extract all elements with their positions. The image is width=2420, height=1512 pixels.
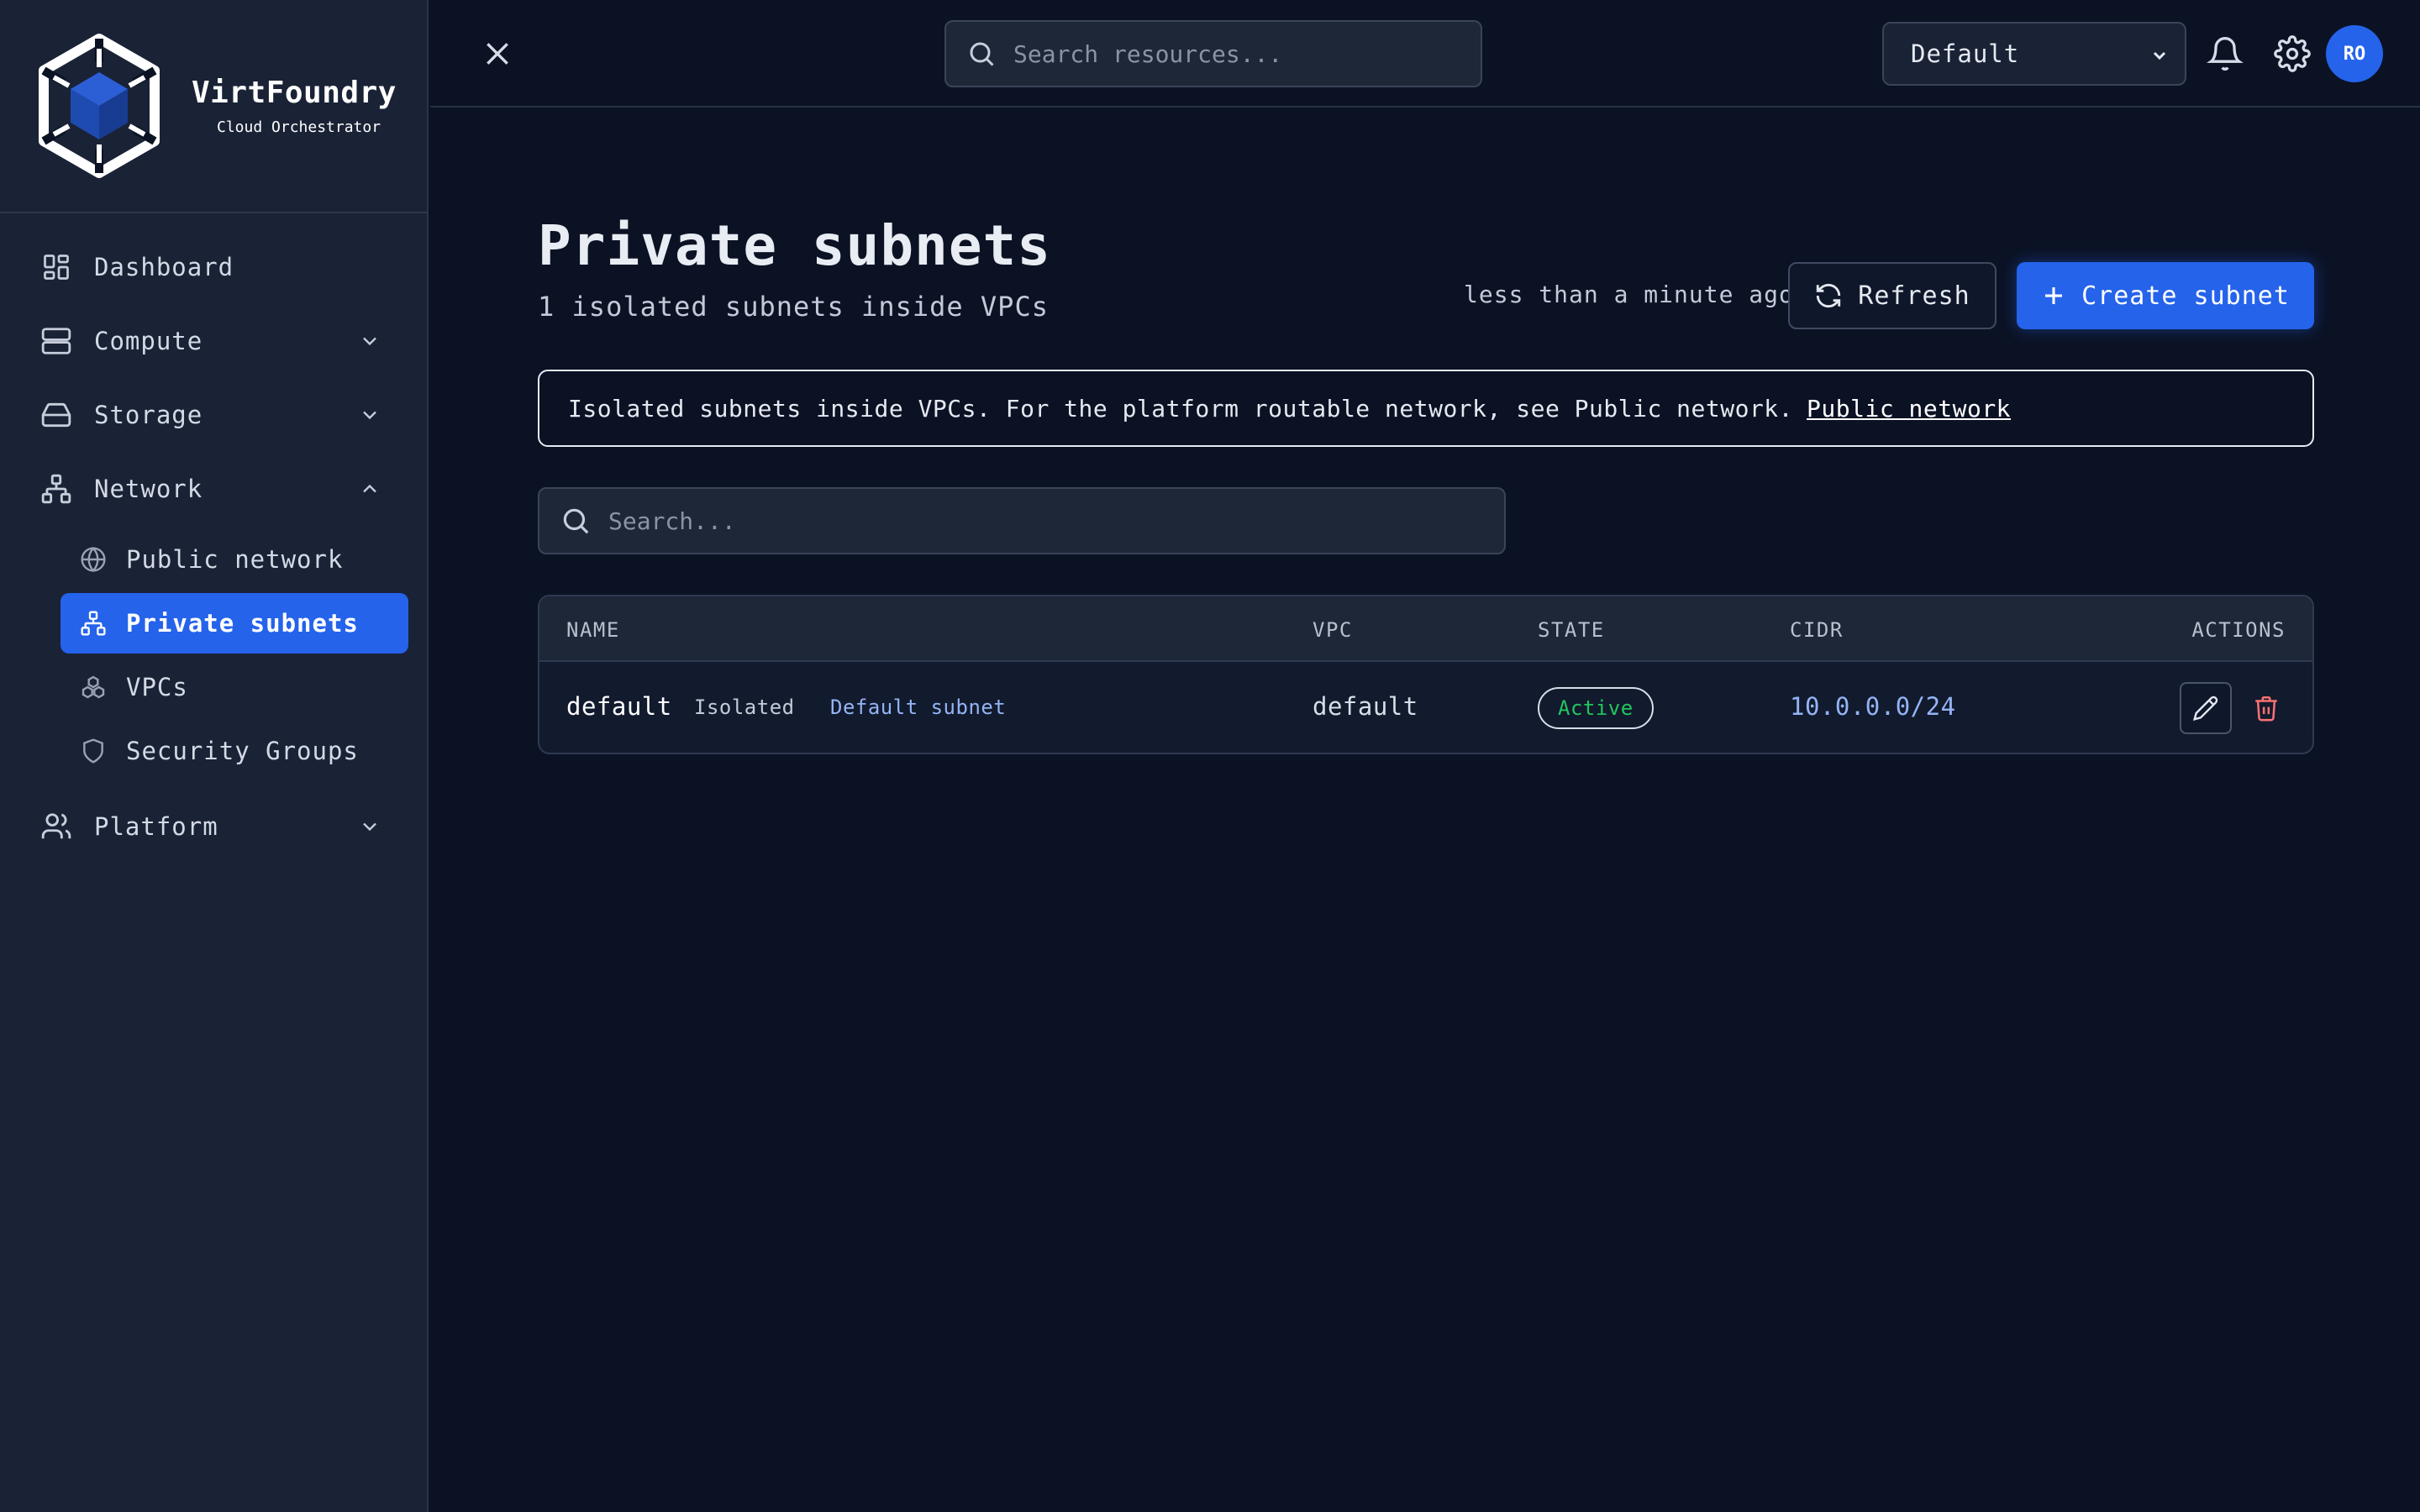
dashboard-icon bbox=[39, 249, 74, 285]
edit-button[interactable] bbox=[2180, 682, 2232, 734]
brand-text: VirtFoundry Cloud Orchestrator bbox=[192, 76, 397, 136]
project-select-value: Default bbox=[1911, 39, 2020, 68]
info-banner: Isolated subnets inside VPCs. For the pl… bbox=[538, 370, 2314, 447]
global-search-input[interactable] bbox=[1013, 39, 1467, 68]
logo-icon bbox=[39, 34, 160, 178]
page-subtitle: 1 isolated subnets inside VPCs bbox=[538, 291, 1049, 323]
globe-icon bbox=[79, 545, 108, 574]
subnet-search[interactable] bbox=[538, 487, 1506, 554]
plus-icon bbox=[2045, 287, 2063, 304]
sidebar-item-compute[interactable]: Compute bbox=[0, 304, 427, 378]
subnet-name[interactable]: default bbox=[566, 692, 672, 721]
column-header-state[interactable]: STATE bbox=[1538, 618, 1605, 642]
sidebar-item-label: Compute bbox=[94, 327, 203, 355]
table-row[interactable]: default Isolated Default subnet default … bbox=[539, 662, 2312, 753]
topbar: Default RO bbox=[430, 0, 2420, 108]
default-subnet-tag: Default subnet bbox=[830, 696, 1007, 719]
info-banner-text: Isolated subnets inside VPCs. For the pl… bbox=[568, 394, 1794, 423]
chevron-down-icon bbox=[2153, 51, 2166, 60]
chevron-down-icon bbox=[363, 411, 376, 420]
server-icon bbox=[39, 323, 74, 359]
sidebar-item-label: Network bbox=[94, 475, 203, 503]
brand-name: VirtFoundry bbox=[192, 76, 397, 110]
boxes-icon bbox=[79, 673, 108, 701]
sidebar-nav: Dashboard Compute Storage Network Public… bbox=[0, 213, 427, 864]
network-icon bbox=[79, 609, 108, 638]
subnets-table: NAME VPC STATE CIDR ACTIONS default Isol… bbox=[538, 595, 2314, 754]
column-header-cidr[interactable]: CIDR bbox=[1790, 618, 1844, 642]
sidebar-item-label: VPCs bbox=[126, 673, 188, 701]
create-subnet-button-label: Create subnet bbox=[2081, 281, 2290, 311]
sidebar-item-label: Storage bbox=[94, 401, 203, 429]
search-icon bbox=[563, 508, 589, 534]
users-icon bbox=[39, 809, 74, 844]
brand[interactable]: VirtFoundry Cloud Orchestrator bbox=[0, 0, 427, 213]
project-select[interactable]: Default bbox=[1882, 22, 2186, 86]
pencil-icon bbox=[2192, 696, 2218, 722]
column-header-vpc[interactable]: VPC bbox=[1313, 618, 1353, 642]
sidebar-item-vpcs[interactable]: VPCs bbox=[60, 657, 408, 717]
subnet-vpc: default bbox=[1313, 692, 1418, 721]
sidebar-item-network[interactable]: Network bbox=[0, 452, 427, 526]
trash-icon bbox=[2255, 696, 2277, 722]
bell-icon[interactable] bbox=[2207, 35, 2244, 72]
column-header-name[interactable]: NAME bbox=[566, 618, 620, 642]
network-icon bbox=[39, 471, 74, 507]
sidebar-item-label: Public network bbox=[126, 545, 344, 574]
chevron-down-icon bbox=[363, 337, 376, 346]
gear-icon[interactable] bbox=[2274, 35, 2311, 72]
global-search[interactable] bbox=[944, 20, 1482, 87]
sidebar-item-platform[interactable]: Platform bbox=[0, 790, 427, 864]
delete-button[interactable] bbox=[2249, 690, 2284, 726]
close-icon[interactable] bbox=[481, 37, 514, 71]
page-title: Private subnets bbox=[538, 213, 1052, 278]
search-icon bbox=[970, 42, 994, 66]
create-subnet-button[interactable]: Create subnet bbox=[2017, 262, 2314, 329]
status-badge: Active bbox=[1538, 687, 1654, 729]
sidebar-item-label: Dashboard bbox=[94, 253, 234, 281]
subnet-search-input[interactable] bbox=[608, 507, 1499, 535]
public-network-link[interactable]: Public network bbox=[1807, 395, 2011, 423]
subnet-cidr: 10.0.0.0/24 bbox=[1790, 692, 1956, 721]
shield-icon bbox=[79, 737, 108, 765]
refresh-button-label: Refresh bbox=[1858, 281, 1970, 311]
sidebar-item-security-groups[interactable]: Security Groups bbox=[60, 721, 408, 781]
chevron-up-icon bbox=[363, 484, 376, 493]
column-header-actions: ACTIONS bbox=[2191, 618, 2286, 642]
sidebar-item-label: Private subnets bbox=[126, 609, 359, 638]
brand-tagline: Cloud Orchestrator bbox=[217, 118, 381, 136]
sidebar-item-public-network[interactable]: Public network bbox=[60, 529, 408, 590]
main-content: Private subnets 1 isolated subnets insid… bbox=[430, 109, 2420, 1512]
refresh-icon bbox=[1817, 283, 1841, 308]
chevron-down-icon bbox=[363, 822, 376, 832]
sidebar: VirtFoundry Cloud Orchestrator Dashboard bbox=[0, 0, 429, 1512]
hard-drive-icon bbox=[39, 397, 74, 433]
sidebar-item-label: Security Groups bbox=[126, 737, 359, 765]
last-updated: less than a minute ago bbox=[1464, 281, 1794, 308]
sidebar-item-storage[interactable]: Storage bbox=[0, 378, 427, 452]
sidebar-item-dashboard[interactable]: Dashboard bbox=[0, 230, 427, 304]
table-header: NAME VPC STATE CIDR ACTIONS bbox=[539, 596, 2312, 662]
isolated-tag: Isolated bbox=[694, 696, 795, 719]
avatar[interactable]: RO bbox=[2326, 25, 2383, 82]
sidebar-item-label: Platform bbox=[94, 812, 218, 841]
app-root: VirtFoundry Cloud Orchestrator Dashboard bbox=[0, 0, 2420, 1512]
refresh-button[interactable]: Refresh bbox=[1788, 262, 1996, 329]
sidebar-item-private-subnets[interactable]: Private subnets bbox=[60, 593, 408, 654]
